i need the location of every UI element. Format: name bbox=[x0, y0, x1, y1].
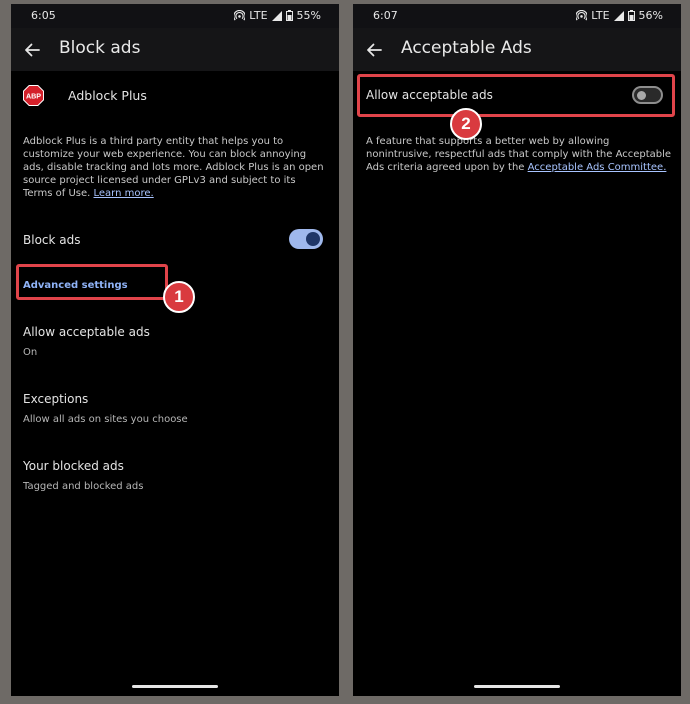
block-ads-label: Block ads bbox=[23, 233, 81, 247]
network-type: LTE bbox=[591, 9, 610, 22]
phone-screen-left: 6:05 LTE 55% Block ads ABP Adblock Plus … bbox=[11, 4, 339, 696]
block-ads-toggle[interactable] bbox=[289, 229, 323, 249]
status-time: 6:05 bbox=[31, 9, 56, 22]
page-title: Acceptable Ads bbox=[401, 38, 532, 58]
battery-percent: 56% bbox=[638, 9, 663, 22]
app-header: ABP Adblock Plus bbox=[23, 84, 147, 106]
acceptable-ads-committee-link[interactable]: Acceptable Ads Committee. bbox=[528, 162, 667, 173]
app-description: Adblock Plus is a third party entity tha… bbox=[23, 136, 324, 199]
app-bar: Block ads bbox=[11, 28, 339, 71]
acceptable-ads-description: A feature that supports a better web by … bbox=[366, 136, 672, 173]
toggle-knob bbox=[306, 232, 320, 246]
status-bar: 6:07 LTE 56% bbox=[353, 4, 681, 28]
battery-percent: 55% bbox=[296, 9, 321, 22]
signal-icon bbox=[271, 10, 282, 21]
home-indicator[interactable] bbox=[474, 685, 560, 688]
setting-subtitle: Tagged and blocked ads bbox=[23, 481, 144, 492]
allow-acceptable-ads-label: Allow acceptable ads bbox=[366, 88, 493, 102]
setting-subtitle: On bbox=[23, 347, 38, 358]
allow-acceptable-ads-toggle[interactable] bbox=[632, 86, 663, 104]
step-badge-2: 2 bbox=[450, 108, 482, 140]
toggle-knob bbox=[637, 90, 646, 100]
network-type: LTE bbox=[249, 9, 268, 22]
page-title: Block ads bbox=[59, 38, 141, 58]
hotspot-icon bbox=[576, 10, 588, 21]
app-bar: Acceptable Ads bbox=[353, 28, 681, 71]
battery-icon bbox=[285, 10, 293, 21]
setting-title: Your blocked ads bbox=[23, 459, 124, 473]
advanced-settings-link[interactable]: Advanced settings bbox=[23, 280, 128, 291]
status-bar: 6:05 LTE 55% bbox=[11, 4, 339, 28]
back-arrow-icon[interactable] bbox=[366, 42, 382, 58]
setting-title: Exceptions bbox=[23, 392, 89, 406]
step-badge-1: 1 bbox=[163, 281, 195, 313]
signal-icon bbox=[613, 10, 624, 21]
setting-subtitle: Allow all ads on sites you choose bbox=[23, 414, 188, 425]
setting-title: Allow acceptable ads bbox=[23, 325, 150, 339]
hotspot-icon bbox=[234, 10, 246, 21]
home-indicator[interactable] bbox=[132, 685, 218, 688]
learn-more-link[interactable]: Learn more. bbox=[94, 188, 154, 199]
battery-icon bbox=[627, 10, 635, 21]
app-name: Adblock Plus bbox=[68, 87, 147, 103]
status-time: 6:07 bbox=[373, 9, 398, 22]
phone-screen-right: 6:07 LTE 56% Acceptable Ads Allow accept… bbox=[353, 4, 681, 696]
abp-logo-icon: ABP bbox=[23, 84, 44, 106]
back-arrow-icon[interactable] bbox=[24, 42, 40, 58]
svg-text:ABP: ABP bbox=[26, 92, 41, 100]
